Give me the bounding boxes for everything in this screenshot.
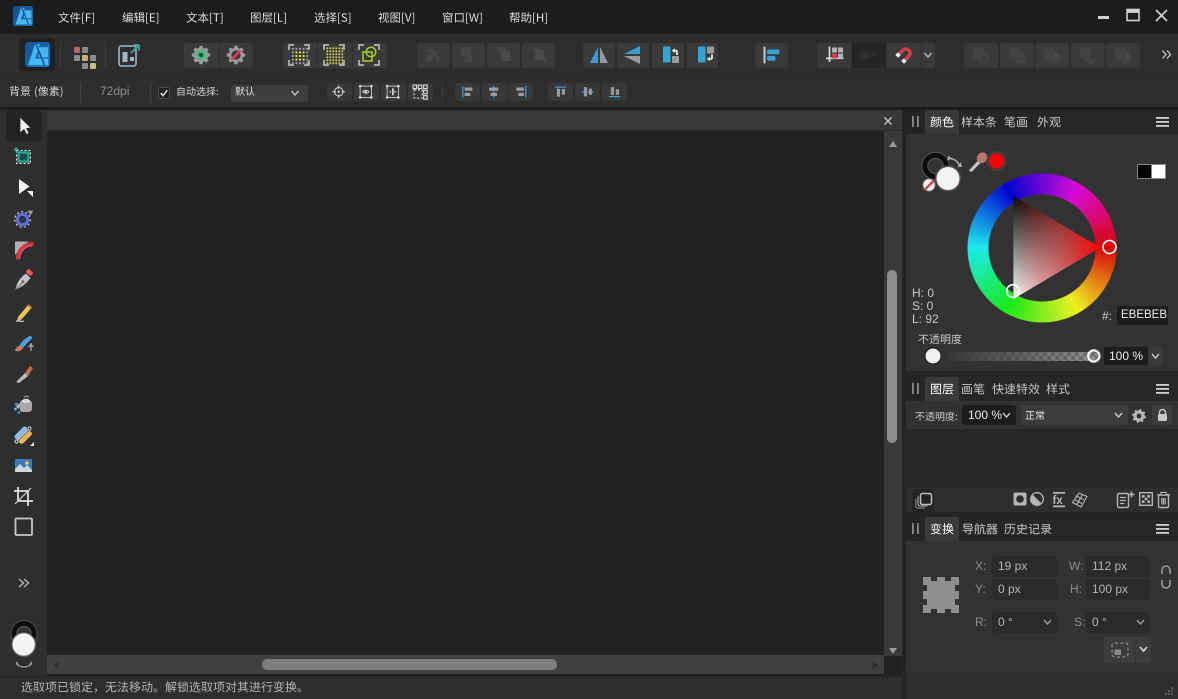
svg-text:fx: fx (1053, 495, 1064, 507)
